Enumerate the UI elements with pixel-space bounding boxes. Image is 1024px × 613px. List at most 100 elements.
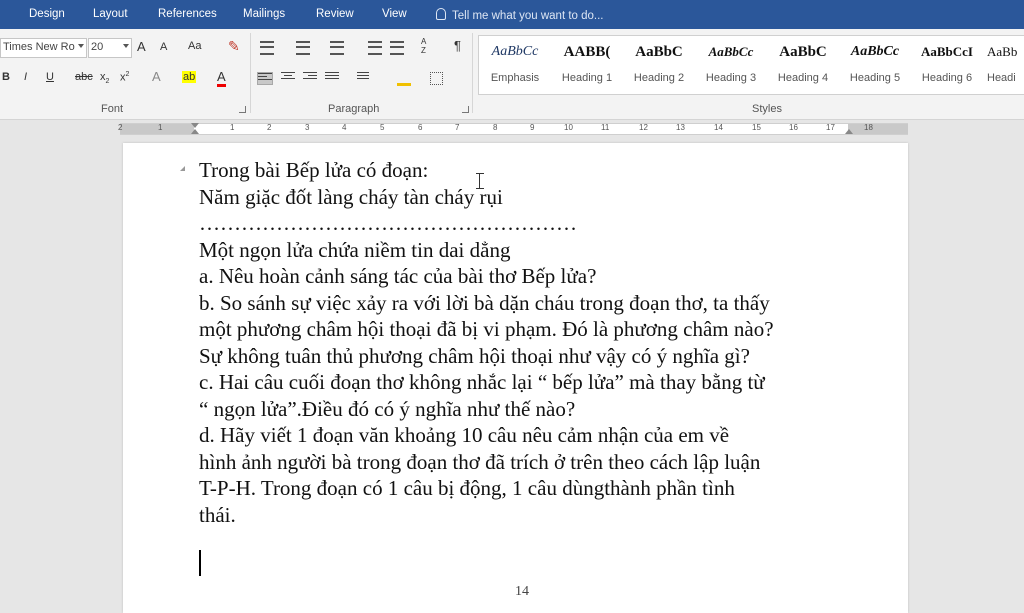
change-case-button[interactable]: Aa: [188, 40, 201, 52]
style-sample: AaBb: [987, 44, 1018, 59]
tab-design[interactable]: Design: [29, 8, 65, 20]
style-heading-6[interactable]: AaBbCcI Heading 6: [911, 36, 983, 94]
style-name: Heading 4: [777, 72, 829, 84]
mouse-ibeam-icon: [476, 173, 484, 189]
style-sample: AaBbCc: [850, 44, 900, 59]
doc-line: T-P-H. Trong đoạn có 1 câu bị động, 1 câ…: [199, 476, 735, 500]
superscript-button[interactable]: x2: [120, 71, 129, 84]
shading-icon[interactable]: [397, 72, 411, 86]
styles-gallery: AaBbCc Emphasis AABB(Heading 1 AaBbC Headi…: [478, 35, 1024, 95]
strikethrough-button[interactable]: abc: [75, 71, 93, 83]
increase-indent-icon[interactable]: [390, 41, 404, 55]
clear-formatting-icon[interactable]: ✎: [228, 38, 240, 55]
lightbulb-icon: [436, 8, 446, 20]
text-effects-button[interactable]: A: [152, 69, 161, 84]
horizontal-ruler[interactable]: 2 1 1 2 3 4 5 6 7 8 9 10 11 12 13 14 15 …: [118, 123, 908, 135]
doc-line: ………………………………………………: [199, 211, 577, 235]
style-emphasis[interactable]: AaBbCc Emphasis: [479, 36, 551, 94]
ruler-label: 17: [826, 123, 835, 132]
doc-line: d. Hãy viết 1 đoạn văn khoảng 10 câu nêu…: [199, 423, 730, 447]
style-heading-5[interactable]: AaBbCc Heading 5: [839, 36, 911, 94]
ribbon-tab-bar: Design Layout References Mailings Review…: [0, 0, 1024, 29]
style-name: Heading 6: [921, 72, 973, 84]
line-spacing-icon[interactable]: [357, 72, 371, 83]
style-heading-partial[interactable]: AaBb Headi: [983, 36, 1024, 94]
doc-line: b. So sánh sự việc xảy ra với lời bà dặn…: [199, 290, 770, 315]
align-center-icon[interactable]: [281, 72, 295, 83]
ruler-label: 14: [714, 123, 723, 132]
tab-references[interactable]: References: [158, 8, 217, 20]
italic-button[interactable]: I: [24, 71, 27, 83]
show-formatting-button[interactable]: ¶: [454, 38, 461, 53]
borders-icon[interactable]: [430, 72, 443, 85]
doc-line: thái.: [199, 502, 236, 527]
font-size-dropdown[interactable]: 20: [88, 38, 132, 58]
style-name: Heading 5: [849, 72, 901, 84]
chevron-down-icon: [123, 44, 129, 48]
group-separator: [250, 33, 251, 113]
subscript-button[interactable]: x2: [100, 71, 109, 85]
collapse-triangle-icon[interactable]: [180, 166, 185, 171]
document-body[interactable]: Trong bài Bếp lửa có đoạn: Năm giặc đốt …: [199, 157, 889, 528]
right-margin-shade: [848, 124, 908, 134]
ruler-label: 8: [493, 123, 498, 132]
doc-line: “ ngọn lửa”.Điều đó có ý nghĩa như thế n…: [199, 396, 576, 421]
style-name: Heading 3: [705, 72, 757, 84]
doc-line: Sự không tuân thủ phương châm hội thoại …: [199, 343, 750, 368]
page-number: 14: [515, 584, 529, 599]
underline-button[interactable]: U: [46, 71, 54, 83]
font-name-value: Times New Ro: [3, 41, 75, 53]
tab-review[interactable]: Review: [316, 8, 354, 20]
ruler-label: 1: [230, 123, 235, 132]
multilevel-list-icon[interactable]: [330, 41, 344, 55]
ruler-label: 13: [676, 123, 685, 132]
style-sample: AaBbCc: [491, 44, 539, 59]
styles-group-label: Styles: [752, 103, 782, 115]
ruler-label: 15: [752, 123, 761, 132]
font-name-dropdown[interactable]: Times New Ro: [0, 38, 87, 58]
font-dialog-launcher-icon[interactable]: [239, 106, 246, 113]
style-sample: AaBbC: [635, 44, 683, 60]
style-sample: AaBbC: [779, 44, 827, 60]
bold-button[interactable]: B: [2, 71, 10, 83]
justify-icon[interactable]: [325, 72, 339, 83]
highlight-button[interactable]: ab: [182, 71, 197, 83]
style-heading-2[interactable]: AaBbC Heading 2: [623, 36, 695, 94]
right-indent-marker[interactable]: [845, 129, 853, 134]
numbering-icon[interactable]: [296, 41, 310, 55]
style-name: Emphasis: [490, 72, 540, 84]
ruler-label: 6: [418, 123, 423, 132]
align-right-icon[interactable]: [303, 72, 317, 83]
doc-line: Trong bài Bếp lửa có đoạn:: [199, 158, 429, 182]
tab-view[interactable]: View: [382, 8, 407, 20]
bullets-icon[interactable]: [260, 41, 274, 55]
shrink-font-button[interactable]: A: [160, 41, 167, 53]
font-group-label: Font: [101, 103, 124, 115]
ruler-label: 5: [380, 123, 385, 132]
paragraph-dialog-launcher-icon[interactable]: [462, 106, 469, 113]
style-sample: AaBbCc: [708, 44, 754, 59]
align-left-icon[interactable]: [257, 72, 273, 85]
left-margin-shade: [120, 124, 194, 134]
doc-line: Năm giặc đốt làng cháy tàn cháy rụi: [199, 184, 503, 209]
doc-line: Một ngọn lửa chứa niềm tin dai dẳng: [199, 237, 511, 262]
ruler-label: 10: [564, 123, 573, 132]
sort-button[interactable]: A Z: [421, 37, 431, 55]
document-page[interactable]: Trong bài Bếp lửa có đoạn: Năm giặc đốt …: [123, 143, 908, 613]
style-heading-1[interactable]: AABB(Heading 1: [551, 36, 623, 94]
tab-mailings[interactable]: Mailings: [243, 8, 285, 20]
text-cursor: [199, 550, 201, 576]
decrease-indent-icon[interactable]: [368, 41, 382, 55]
style-heading-4[interactable]: AaBbC Heading 4: [767, 36, 839, 94]
ruler-label: 16: [789, 123, 798, 132]
font-color-button[interactable]: A: [217, 69, 226, 87]
grow-font-button[interactable]: A: [137, 39, 146, 54]
style-heading-3[interactable]: AaBbCc Heading 3: [695, 36, 767, 94]
ruler-label: 18: [864, 123, 873, 132]
tell-me-search[interactable]: Tell me what you want to do...: [436, 8, 604, 22]
style-name: Heading 1: [561, 72, 613, 84]
doc-line: a. Nêu hoàn cảnh sáng tác của bài thơ Bế…: [199, 264, 597, 288]
tab-layout[interactable]: Layout: [93, 8, 128, 20]
hanging-indent-marker[interactable]: [191, 129, 199, 134]
first-line-indent-marker[interactable]: [191, 123, 199, 128]
